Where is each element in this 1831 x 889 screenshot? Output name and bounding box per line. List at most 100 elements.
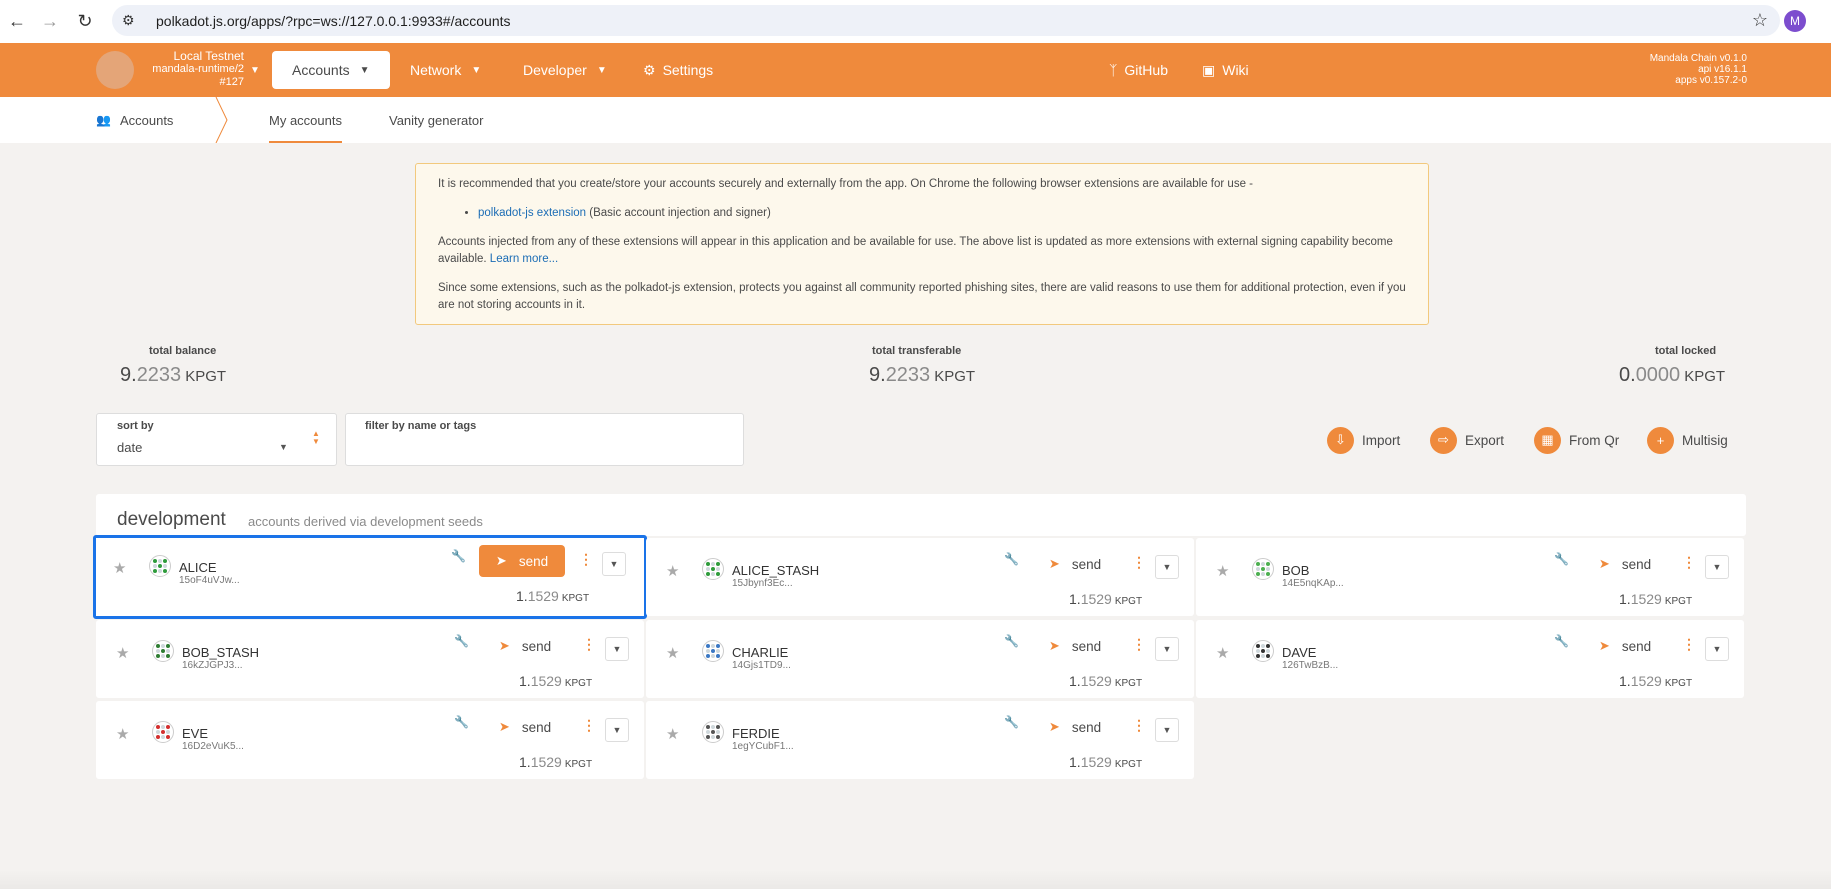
expand-dropdown-button[interactable]: ▼ bbox=[1155, 718, 1179, 742]
wrench-icon[interactable]: 🔧 bbox=[1004, 634, 1019, 648]
account-address[interactable]: 14E5nqKAp... bbox=[1282, 578, 1344, 589]
account-address[interactable]: 16D2eVuK5... bbox=[182, 741, 244, 752]
menu-github[interactable]: ᛉ GitHub bbox=[1109, 43, 1168, 97]
account-card[interactable]: ★ ALICE 15oF4uVJw... 🔧 ➤ send ⋮ ▼ 1.1529 KPGT bbox=[93, 535, 647, 619]
expand-dropdown-button[interactable]: ▼ bbox=[602, 552, 626, 576]
account-address[interactable]: 126TwBzB... bbox=[1282, 660, 1338, 671]
account-address[interactable]: 1egYCubF1... bbox=[732, 741, 794, 752]
account-card[interactable]: ★ EVE 16D2eVuK5... 🔧 ➤ send ⋮ ▼ 1.1529 KPGT bbox=[96, 701, 644, 779]
send-button[interactable]: ➤ send bbox=[1582, 630, 1668, 662]
send-button[interactable]: ➤ send bbox=[1032, 711, 1118, 743]
account-name[interactable]: BOB bbox=[1282, 563, 1309, 578]
menu-settings[interactable]: ⚙ Settings bbox=[643, 43, 713, 97]
send-button[interactable]: ➤ send bbox=[482, 630, 568, 662]
account-address[interactable]: 16kZJGPJ3... bbox=[182, 660, 243, 671]
expand-dropdown-button[interactable]: ▼ bbox=[1705, 555, 1729, 579]
account-name[interactable]: ALICE_STASH bbox=[732, 563, 819, 578]
identicon[interactable] bbox=[152, 721, 174, 743]
back-icon[interactable]: ← bbox=[0, 4, 34, 38]
account-address[interactable]: 15oF4uVJw... bbox=[179, 575, 240, 586]
tab-my-accounts[interactable]: My accounts bbox=[269, 97, 342, 143]
tab-vanity-generator[interactable]: Vanity generator bbox=[389, 97, 483, 143]
chain-selector[interactable]: Local Testnet mandala-runtime/2 #127 bbox=[140, 50, 244, 89]
filter-by-name-input[interactable]: filter by name or tags bbox=[345, 413, 744, 466]
import-button[interactable]: ⇩ Import bbox=[1327, 426, 1400, 454]
wrench-icon[interactable]: 🔧 bbox=[1004, 552, 1019, 566]
wrench-icon[interactable]: 🔧 bbox=[454, 715, 469, 729]
wrench-icon[interactable]: 🔧 bbox=[454, 634, 469, 648]
star-icon[interactable]: ★ bbox=[666, 644, 679, 662]
star-icon[interactable]: ★ bbox=[1216, 562, 1229, 580]
kebab-menu-icon[interactable]: ⋮ bbox=[1132, 717, 1146, 734]
identicon[interactable] bbox=[702, 721, 724, 743]
bookmark-star-icon[interactable]: ☆ bbox=[1752, 10, 1768, 31]
sort-direction-icon[interactable]: ▲ ▼ bbox=[312, 430, 320, 446]
url-text[interactable]: polkadot.js.org/apps/?rpc=ws://127.0.0.1… bbox=[156, 13, 511, 29]
menu-accounts[interactable]: Accounts ▼ bbox=[272, 51, 390, 89]
identicon[interactable] bbox=[1252, 640, 1274, 662]
account-card[interactable]: ★ CHARLIE 14Gjs1TD9... 🔧 ➤ send ⋮ ▼ 1.1529 KPGT bbox=[646, 620, 1194, 698]
account-name[interactable]: CHARLIE bbox=[732, 645, 788, 660]
kebab-menu-icon[interactable]: ⋮ bbox=[1682, 554, 1696, 571]
expand-dropdown-button[interactable]: ▼ bbox=[1705, 637, 1729, 661]
star-icon[interactable]: ★ bbox=[666, 562, 679, 580]
site-settings-icon[interactable]: ⚙ bbox=[122, 12, 142, 29]
forward-icon[interactable]: → bbox=[33, 4, 67, 38]
identicon[interactable] bbox=[702, 558, 724, 580]
send-button[interactable]: ➤ send bbox=[1032, 630, 1118, 662]
send-button[interactable]: ➤ send bbox=[479, 545, 565, 577]
profile-avatar[interactable]: M bbox=[1784, 10, 1806, 32]
account-address[interactable]: 14Gjs1TD9... bbox=[732, 660, 791, 671]
wrench-icon[interactable]: 🔧 bbox=[1554, 634, 1569, 648]
send-button[interactable]: ➤ send bbox=[1032, 548, 1118, 580]
account-name[interactable]: FERDIE bbox=[732, 726, 780, 741]
account-card[interactable]: ★ ALICE_STASH 15Jbynf3Ec... 🔧 ➤ send ⋮ ▼ 1.1529 K… bbox=[646, 538, 1194, 616]
identicon[interactable] bbox=[149, 555, 171, 577]
send-button[interactable]: ➤ send bbox=[1582, 548, 1668, 580]
multisig-button[interactable]: + Multisig bbox=[1647, 426, 1728, 454]
kebab-menu-icon[interactable]: ⋮ bbox=[582, 717, 596, 734]
star-icon[interactable]: ★ bbox=[666, 725, 679, 743]
wrench-icon[interactable]: 🔧 bbox=[451, 549, 466, 563]
export-button[interactable]: ⇨ Export bbox=[1430, 426, 1504, 454]
account-card[interactable]: ★ BOB_STASH 16kZJGPJ3... 🔧 ➤ send ⋮ ▼ 1.1529 KPGT bbox=[96, 620, 644, 698]
chain-caret-icon[interactable]: ▼ bbox=[250, 65, 260, 76]
expand-dropdown-button[interactable]: ▼ bbox=[605, 718, 629, 742]
account-name[interactable]: BOB_STASH bbox=[182, 645, 259, 660]
kebab-menu-icon[interactable]: ⋮ bbox=[582, 636, 596, 653]
send-button[interactable]: ➤ send bbox=[482, 711, 568, 743]
star-icon[interactable]: ★ bbox=[113, 559, 126, 577]
identicon[interactable] bbox=[152, 640, 174, 662]
learn-more-link[interactable]: Learn more... bbox=[490, 253, 558, 265]
kebab-menu-icon[interactable]: ⋮ bbox=[1682, 636, 1696, 653]
account-card[interactable]: ★ DAVE 126TwBzB... 🔧 ➤ send ⋮ ▼ 1.1529 KPGT bbox=[1196, 620, 1744, 698]
star-icon[interactable]: ★ bbox=[1216, 644, 1229, 662]
star-icon[interactable]: ★ bbox=[116, 725, 129, 743]
account-address[interactable]: 15Jbynf3Ec... bbox=[732, 578, 793, 589]
kebab-menu-icon[interactable]: ⋮ bbox=[1132, 636, 1146, 653]
account-name[interactable]: DAVE bbox=[1282, 645, 1316, 660]
polkadot-js-extension-link[interactable]: polkadot-js extension bbox=[478, 207, 586, 219]
kebab-menu-icon[interactable]: ⋮ bbox=[579, 551, 593, 568]
account-name[interactable]: EVE bbox=[182, 726, 208, 741]
star-icon[interactable]: ★ bbox=[116, 644, 129, 662]
from-qr-button[interactable]: ▦ From Qr bbox=[1534, 426, 1619, 454]
menu-developer[interactable]: Developer ▼ bbox=[523, 43, 607, 97]
account-card[interactable]: ★ BOB 14E5nqKAp... 🔧 ➤ send ⋮ ▼ 1.1529 KPGT bbox=[1196, 538, 1744, 616]
chain-logo[interactable] bbox=[96, 51, 134, 89]
wrench-icon[interactable]: 🔧 bbox=[1554, 552, 1569, 566]
account-card[interactable]: ★ FERDIE 1egYCubF1... 🔧 ➤ send ⋮ ▼ 1.1529 KPGT bbox=[646, 701, 1194, 779]
reload-icon[interactable]: ↻ bbox=[68, 4, 102, 38]
identicon[interactable] bbox=[702, 640, 724, 662]
sort-by-dropdown[interactable]: sort by date ▼ ▲ ▼ bbox=[96, 413, 337, 466]
wrench-icon[interactable]: 🔧 bbox=[1004, 715, 1019, 729]
kebab-menu-icon[interactable]: ⋮ bbox=[1132, 554, 1146, 571]
menu-wiki[interactable]: ▣ Wiki bbox=[1202, 43, 1249, 97]
identicon[interactable] bbox=[1252, 558, 1274, 580]
expand-dropdown-button[interactable]: ▼ bbox=[605, 637, 629, 661]
address-bar[interactable]: ⚙ polkadot.js.org/apps/?rpc=ws://127.0.0… bbox=[112, 5, 1780, 36]
menu-network[interactable]: Network ▼ bbox=[410, 43, 481, 97]
expand-dropdown-button[interactable]: ▼ bbox=[1155, 555, 1179, 579]
expand-dropdown-button[interactable]: ▼ bbox=[1155, 637, 1179, 661]
account-name[interactable]: ALICE bbox=[179, 560, 217, 575]
